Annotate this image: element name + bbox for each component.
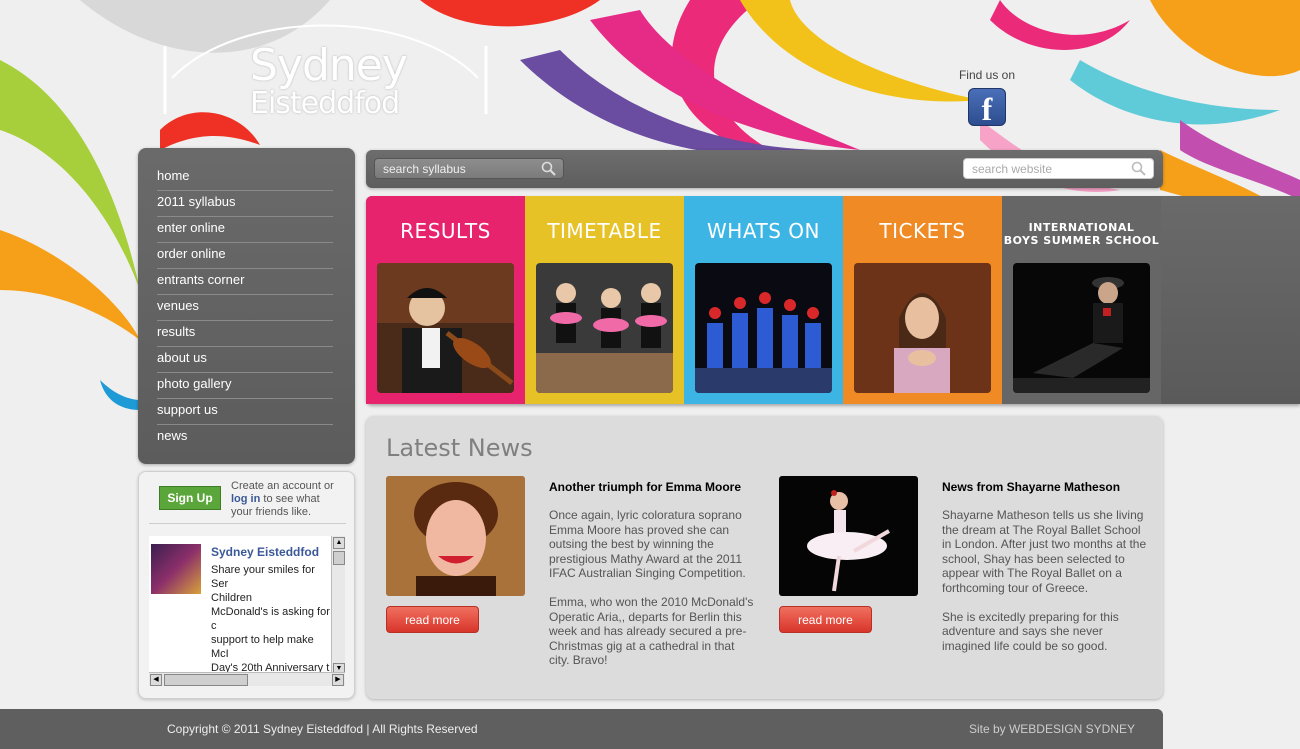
tile-tickets-title: TICKETS bbox=[879, 219, 966, 243]
vertical-scrollbar[interactable]: ▲ ▼ bbox=[331, 536, 345, 676]
shayarne-matheson-photo[interactable] bbox=[779, 476, 918, 596]
feature-tiles: RESULTS TIMETABLE WHATS ON TICKETS INTER… bbox=[366, 196, 1300, 404]
dancers-photo bbox=[536, 263, 673, 393]
horizontal-scrollbar-thumb[interactable] bbox=[164, 674, 248, 686]
nav-item-photo-gallery[interactable]: photo gallery bbox=[157, 373, 333, 399]
tile-timetable[interactable]: TIMETABLE bbox=[525, 196, 684, 404]
tile-international-boys-summer-school[interactable]: INTERNATIONAL BOYS SUMMER SCHOOL bbox=[1002, 196, 1161, 404]
tile-results-title: RESULTS bbox=[400, 219, 491, 243]
violinist-photo bbox=[377, 263, 514, 393]
emma-moore-photo[interactable] bbox=[386, 476, 525, 596]
find-us-on-facebook: Find us on f bbox=[952, 68, 1022, 127]
search-bar: search syllabus search website bbox=[366, 150, 1163, 188]
nav-item-enter-online[interactable]: enter online bbox=[157, 217, 333, 243]
news-title-link[interactable]: News from Shayarne Matheson bbox=[942, 480, 1162, 494]
search-syllabus-placeholder: search syllabus bbox=[383, 162, 466, 176]
tile-results[interactable]: RESULTS bbox=[366, 196, 525, 404]
nav-item-news[interactable]: news bbox=[157, 425, 333, 451]
nav-item-results[interactable]: results bbox=[157, 321, 333, 347]
nav-item-support-us[interactable]: support us bbox=[157, 399, 333, 425]
performers-photo bbox=[695, 263, 832, 393]
facebook-like-widget: Sign Up Create an account or log in to s… bbox=[138, 471, 355, 699]
nav-item-home[interactable]: home bbox=[157, 165, 333, 191]
site-by-link[interactable]: Site by WEBDESIGN SYDNEY bbox=[969, 722, 1135, 736]
tile-whats-on-title: WHATS ON bbox=[707, 219, 820, 243]
page-name-link[interactable]: Sydney Eisteddfod bbox=[211, 545, 319, 559]
nav-item-order-online[interactable]: order online bbox=[157, 243, 333, 269]
post-text: Share your smiles for Ser Children McDon… bbox=[211, 564, 330, 673]
facebook-icon[interactable]: f bbox=[968, 88, 1006, 127]
signup-button[interactable]: Sign Up bbox=[159, 486, 221, 510]
logo-text-eisteddfod: Eisteddfod bbox=[250, 86, 400, 121]
singer-photo bbox=[854, 263, 991, 393]
search-icon[interactable] bbox=[541, 161, 557, 177]
scroll-left-icon[interactable]: ◀ bbox=[150, 674, 162, 686]
search-website-placeholder: search website bbox=[972, 162, 1053, 176]
hiphop-dancer-photo bbox=[1013, 263, 1150, 393]
widget-divider bbox=[149, 523, 346, 524]
tile-summer-school-title: INTERNATIONAL BOYS SUMMER SCHOOL bbox=[1002, 221, 1161, 247]
create-account-text: Create an account or log in to see what … bbox=[231, 480, 341, 519]
tile-whats-on[interactable]: WHATS ON bbox=[684, 196, 843, 404]
nav-item-venues[interactable]: venues bbox=[157, 295, 333, 321]
logo-text-sydney: Sydney bbox=[250, 40, 408, 91]
horizontal-scrollbar[interactable]: ◀ ▶ bbox=[149, 672, 345, 686]
news-body: Shayarne Matheson tells us she living th… bbox=[942, 508, 1147, 653]
tile-tickets[interactable]: TICKETS bbox=[843, 196, 1002, 404]
news-title-link[interactable]: Another triumph for Emma Moore bbox=[549, 480, 769, 494]
create-account-pre: Create an account or bbox=[231, 480, 334, 492]
tile-timetable-title: TIMETABLE bbox=[547, 219, 662, 243]
find-us-label: Find us on bbox=[958, 68, 1016, 82]
nav-item-2011-syllabus[interactable]: 2011 syllabus bbox=[157, 191, 333, 217]
search-syllabus-input[interactable]: search syllabus bbox=[374, 158, 564, 179]
page-avatar[interactable] bbox=[151, 544, 201, 594]
news-body: Once again, lyric coloratura soprano Emm… bbox=[549, 508, 754, 667]
search-icon[interactable] bbox=[1131, 161, 1147, 177]
site-logo[interactable]: Sydney Eisteddfod bbox=[160, 16, 490, 121]
sidebar-nav: home 2011 syllabus enter online order on… bbox=[138, 148, 355, 464]
read-more-button[interactable]: read more bbox=[779, 606, 872, 633]
tile-summer-school-line1: INTERNATIONAL bbox=[1028, 221, 1135, 234]
login-link[interactable]: log in bbox=[231, 493, 260, 505]
latest-news-panel: Latest News read more Another triumph fo… bbox=[366, 416, 1163, 699]
scroll-right-icon[interactable]: ▶ bbox=[332, 674, 344, 686]
search-website-input[interactable]: search website bbox=[963, 158, 1154, 179]
scrollbar-thumb[interactable] bbox=[333, 551, 345, 565]
nav-item-entrants-corner[interactable]: entrants corner bbox=[157, 269, 333, 295]
copyright-text: Copyright © 2011 Sydney Eisteddfod | All… bbox=[167, 722, 478, 736]
tile-summer-school-line2: BOYS SUMMER SCHOOL bbox=[1003, 234, 1160, 247]
nav-item-about-us[interactable]: about us bbox=[157, 347, 333, 373]
read-more-button[interactable]: read more bbox=[386, 606, 479, 633]
site-footer: Copyright © 2011 Sydney Eisteddfod | All… bbox=[0, 709, 1163, 749]
scroll-up-icon[interactable]: ▲ bbox=[333, 537, 345, 549]
facebook-feed[interactable]: Sydney Eisteddfod Share your smiles for … bbox=[149, 536, 345, 676]
news-heading: Latest News bbox=[386, 434, 533, 462]
